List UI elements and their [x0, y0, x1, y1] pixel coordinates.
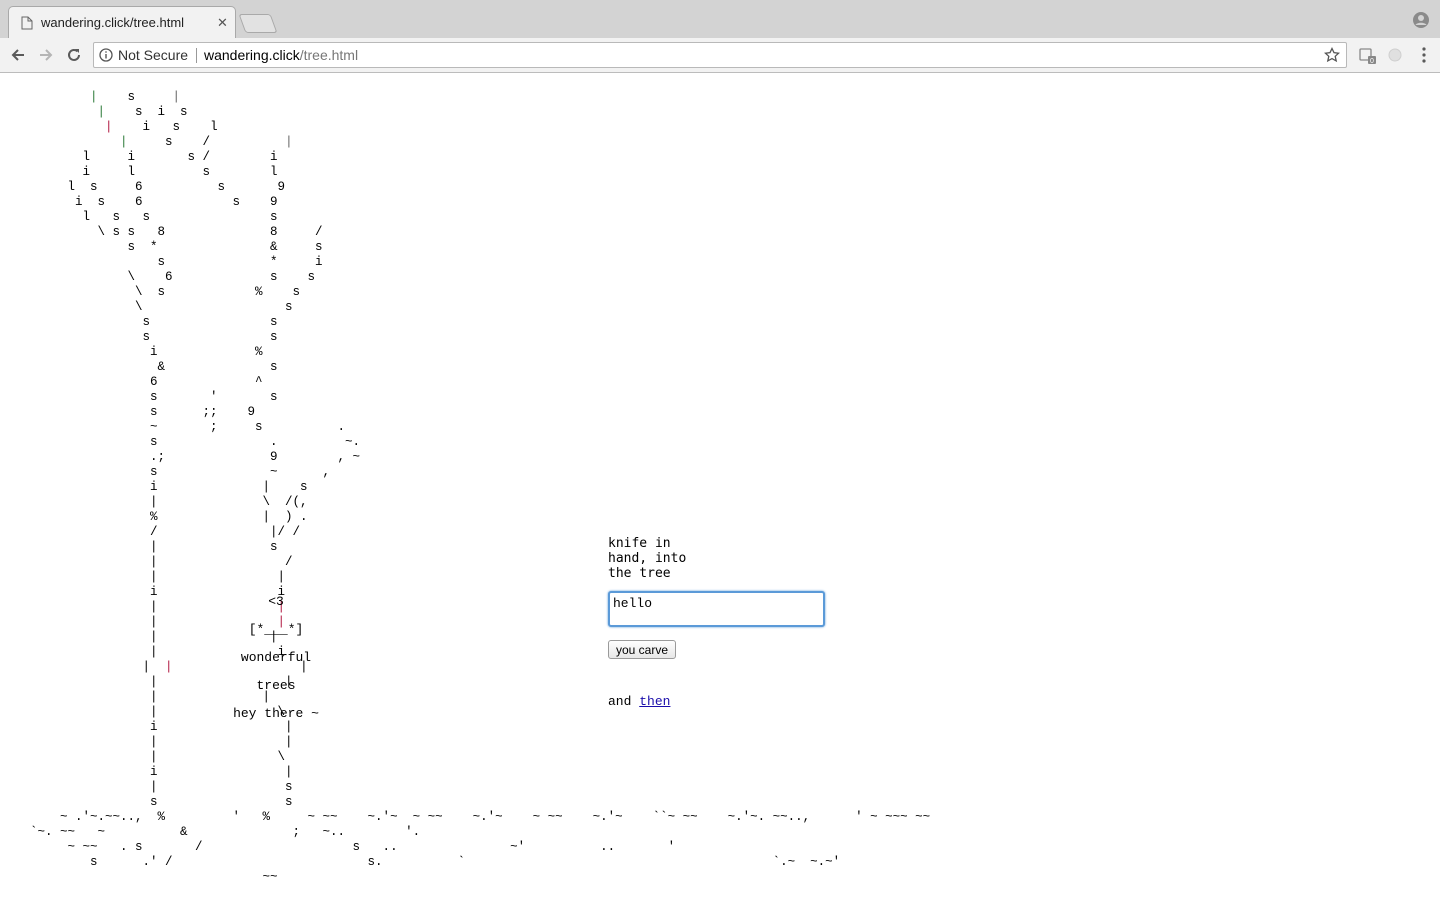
close-icon[interactable]: ✕: [217, 16, 228, 29]
browser-toolbar: Not Secure wandering.click/tree.html 0: [0, 38, 1440, 73]
three-dots-icon[interactable]: [1422, 46, 1426, 64]
tab-title: wandering.click/tree.html: [41, 15, 185, 30]
carving-face: [*___*]: [248, 622, 304, 637]
person-icon[interactable]: [1412, 11, 1430, 29]
browser-tab[interactable]: wandering.click/tree.html ✕: [8, 6, 236, 38]
arrow-right-icon[interactable]: [37, 46, 55, 64]
reload-icon[interactable]: [65, 46, 83, 64]
carving-trees: trees: [256, 678, 296, 693]
separator: [196, 48, 197, 63]
and-text: and: [608, 694, 640, 709]
security-label: Not Secure: [118, 47, 189, 63]
arrow-left-icon[interactable]: [9, 46, 27, 64]
svg-text:0: 0: [1370, 58, 1374, 65]
star-icon[interactable]: [1324, 47, 1340, 63]
circle-extension-icon[interactable]: [1386, 46, 1404, 64]
and-then-line: and then: [608, 694, 670, 709]
tab-strip: wandering.click/tree.html ✕: [0, 0, 1440, 38]
extension-icon[interactable]: 0: [1358, 46, 1378, 66]
carve-prompt: knife in hand, into the tree: [608, 536, 687, 581]
url-text: wandering.click/tree.html: [204, 47, 358, 63]
carving-hey-there: hey there ~: [233, 706, 319, 721]
carve-input[interactable]: hello: [608, 591, 825, 627]
new-tab-button[interactable]: [238, 14, 278, 33]
page-content: | s | | s i s | i s l | s / | l i s / i …: [0, 74, 1440, 900]
carving-heart: <3: [268, 594, 284, 609]
url-domain: wandering.click: [204, 47, 300, 63]
you-carve-button[interactable]: you carve: [608, 640, 677, 659]
carve-panel: knife in hand, into the tree hello you c…: [608, 536, 848, 709]
info-icon[interactable]: [99, 48, 113, 62]
then-link[interactable]: then: [639, 694, 670, 709]
page-icon: [21, 16, 33, 30]
url-path: /tree.html: [299, 47, 359, 63]
ascii-tree-art: | s | | s i s | i s l | s / | l i s / i …: [30, 90, 931, 884]
address-bar[interactable]: Not Secure wandering.click/tree.html: [93, 42, 1347, 68]
carving-wonderful: wonderful: [240, 650, 312, 665]
